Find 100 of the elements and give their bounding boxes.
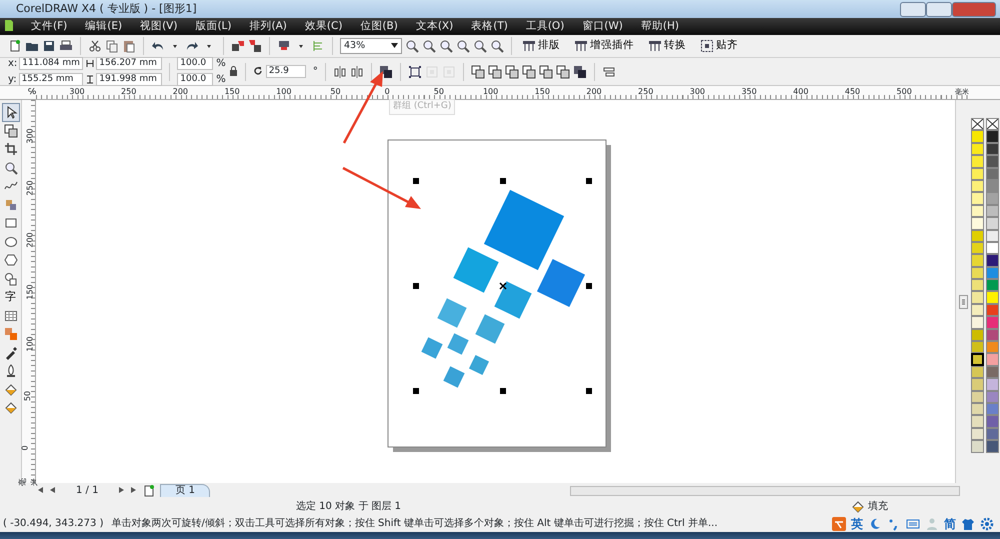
menu-item[interactable]: 编辑(E) — [76, 18, 132, 34]
color-swatch[interactable] — [986, 291, 999, 304]
minimize-button[interactable] — [900, 2, 926, 16]
menu-item[interactable]: 文件(F) — [22, 18, 76, 34]
lock-icon[interactable] — [228, 66, 238, 76]
selection-handle[interactable] — [586, 283, 592, 289]
page-tab[interactable]: 页 1 — [160, 484, 210, 497]
color-swatch[interactable] — [986, 192, 999, 205]
menu-item[interactable]: 效果(C) — [296, 18, 352, 34]
menu-item[interactable]: 文本(X) — [406, 18, 462, 34]
import-icon[interactable] — [231, 39, 245, 53]
color-swatch[interactable] — [986, 304, 999, 316]
zoom-dropdown[interactable]: 43% — [340, 38, 402, 54]
export-icon[interactable] — [248, 39, 262, 53]
color-swatch[interactable] — [971, 402, 984, 416]
menu-item[interactable]: 位图(B) — [351, 18, 407, 34]
color-swatch[interactable] — [971, 353, 984, 366]
selection-handle[interactable] — [413, 388, 419, 394]
color-swatch[interactable] — [971, 440, 984, 453]
color-swatch[interactable] — [986, 266, 999, 280]
magnifier-icon[interactable] — [456, 39, 470, 53]
align-icon[interactable] — [602, 64, 616, 78]
tool-button[interactable] — [2, 103, 20, 122]
color-swatch[interactable] — [986, 168, 999, 180]
color-swatch[interactable] — [971, 291, 984, 304]
printer-icon[interactable] — [59, 39, 73, 53]
color-swatch[interactable] — [986, 230, 999, 242]
color-swatch[interactable] — [986, 353, 999, 366]
color-swatch[interactable] — [971, 254, 984, 267]
prev-page-icon[interactable] — [48, 486, 56, 494]
first-page-icon[interactable] — [36, 486, 44, 494]
moon-icon[interactable] — [868, 516, 882, 530]
stack-icon[interactable] — [572, 64, 587, 78]
ime-label[interactable]: 英 — [851, 514, 863, 532]
mirror-icon[interactable] — [332, 64, 347, 78]
toolbar-button[interactable]: 转换 — [645, 38, 694, 54]
magnifier-icon[interactable] — [439, 39, 453, 53]
menu-item[interactable]: 视图(V) — [131, 18, 186, 34]
color-swatch[interactable] — [971, 230, 984, 242]
scissors-icon[interactable] — [88, 39, 102, 53]
new-document-icon[interactable] — [8, 39, 22, 53]
color-swatch[interactable] — [986, 130, 999, 143]
overlap-squares-icon[interactable] — [488, 64, 502, 78]
app-icon[interactable] — [4, 19, 14, 32]
menu-item[interactable]: 工具(O) — [516, 18, 574, 34]
selection-handle[interactable] — [586, 178, 592, 184]
app-logo-icon[interactable] — [832, 516, 846, 530]
input-field[interactable]: 100.0 — [177, 73, 214, 86]
color-swatch[interactable] — [971, 341, 984, 354]
color-swatch[interactable] — [986, 180, 999, 192]
mirror-icon[interactable] — [350, 64, 364, 78]
color-swatch[interactable] — [986, 155, 999, 168]
color-swatch[interactable] — [971, 316, 984, 329]
color-swatch[interactable] — [986, 415, 999, 428]
overlap-squares-icon[interactable] — [522, 64, 536, 78]
color-swatch[interactable] — [971, 378, 984, 391]
color-swatch[interactable] — [986, 242, 999, 254]
color-swatch[interactable] — [971, 328, 984, 342]
color-swatch[interactable] — [986, 217, 999, 230]
center-mark[interactable] — [499, 282, 507, 290]
input-field[interactable]: 111.084 mm — [19, 57, 84, 70]
color-swatch[interactable] — [986, 390, 999, 403]
color-swatch[interactable] — [971, 242, 984, 254]
color-swatch[interactable] — [971, 279, 984, 292]
color-swatch[interactable] — [971, 217, 984, 230]
color-swatch[interactable] — [986, 366, 999, 378]
magnifier-icon[interactable] — [405, 39, 419, 53]
selection-handle[interactable] — [413, 283, 419, 289]
menu-item[interactable]: 表格(T) — [462, 18, 517, 34]
overlap-squares-icon[interactable] — [538, 64, 553, 78]
color-swatch[interactable] — [971, 155, 984, 168]
magnifier-icon[interactable] — [473, 39, 487, 53]
color-swatch[interactable] — [971, 304, 984, 316]
color-swatch[interactable] — [986, 402, 999, 416]
input-field[interactable]: 156.207 mm — [96, 57, 162, 70]
magnifier-icon[interactable] — [490, 39, 504, 53]
menu-item[interactable]: 窗口(W) — [573, 18, 632, 34]
horizontal-scrollbar[interactable] — [570, 486, 960, 496]
overlap-squares-icon[interactable] — [556, 64, 570, 78]
close-button[interactable] — [952, 2, 996, 16]
maximize-button[interactable] — [926, 2, 952, 16]
paste-icon[interactable] — [122, 39, 136, 53]
menu-item[interactable]: 帮助(H) — [632, 18, 688, 34]
magnifier-icon[interactable] — [422, 39, 436, 53]
overlap-squares-icon[interactable] — [504, 64, 519, 78]
color-swatch[interactable] — [971, 168, 984, 180]
keyboard-icon[interactable] — [906, 516, 920, 530]
selection-handle[interactable] — [500, 178, 506, 184]
color-swatch[interactable] — [986, 328, 999, 342]
color-swatch[interactable] — [971, 415, 984, 428]
selection-handle[interactable] — [586, 388, 592, 394]
input-field[interactable]: 100.0 — [177, 57, 214, 70]
color-swatch[interactable] — [971, 390, 984, 403]
color-swatch[interactable] — [971, 204, 984, 218]
toolbar-button[interactable]: 排版 — [519, 38, 568, 54]
toolbar-button[interactable]: 贴齐 — [697, 38, 746, 54]
color-swatch[interactable] — [986, 204, 999, 218]
next-page-icon[interactable] — [118, 486, 126, 494]
toolbar-button[interactable]: 增强插件 — [571, 38, 642, 54]
color-swatch[interactable] — [971, 142, 984, 156]
